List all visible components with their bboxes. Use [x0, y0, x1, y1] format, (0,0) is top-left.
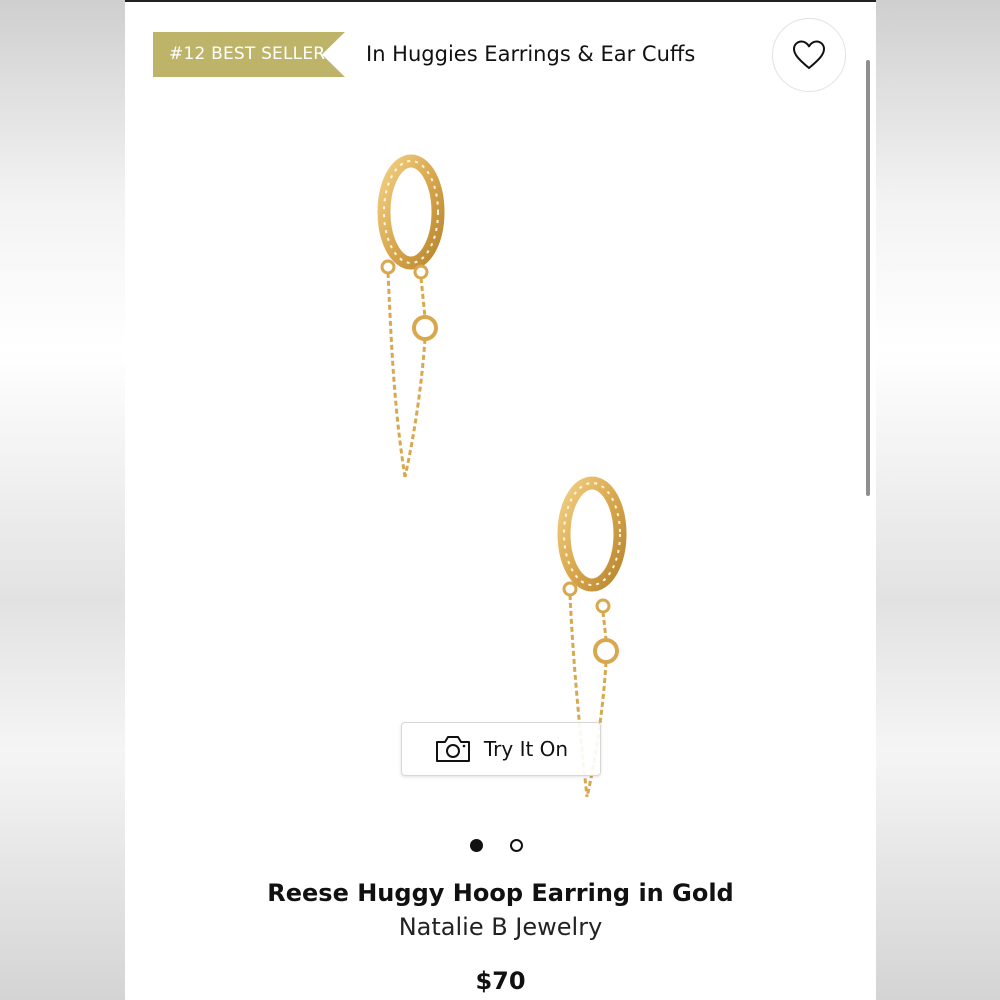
try-it-on-label: Try It On: [483, 737, 569, 761]
carousel-dot-1[interactable]: [470, 839, 483, 852]
carousel-dot-2[interactable]: [510, 839, 523, 852]
background-right: [875, 0, 1000, 1000]
category-link[interactable]: In Huggies Earrings & Ear Cuffs: [366, 42, 695, 66]
product-brand[interactable]: Natalie B Jewelry: [125, 913, 876, 941]
background-left: [0, 0, 125, 1000]
wishlist-button[interactable]: [772, 18, 846, 92]
product-page: #12 BEST SELLER In Huggies Earrings & Ea…: [125, 0, 876, 1000]
best-seller-label: #12 BEST SELLER: [169, 44, 326, 64]
best-seller-badge: #12 BEST SELLER: [153, 32, 345, 77]
product-title: Reese Huggy Hoop Earring in Gold: [267, 879, 734, 907]
product-image[interactable]: [125, 132, 876, 822]
earring-top: [377, 154, 445, 478]
heart-icon: [793, 40, 825, 69]
camera-icon: [435, 736, 470, 762]
carousel-indicator: [470, 839, 523, 852]
try-it-on-button[interactable]: Try It On: [401, 722, 601, 776]
product-price: $70: [475, 967, 526, 995]
